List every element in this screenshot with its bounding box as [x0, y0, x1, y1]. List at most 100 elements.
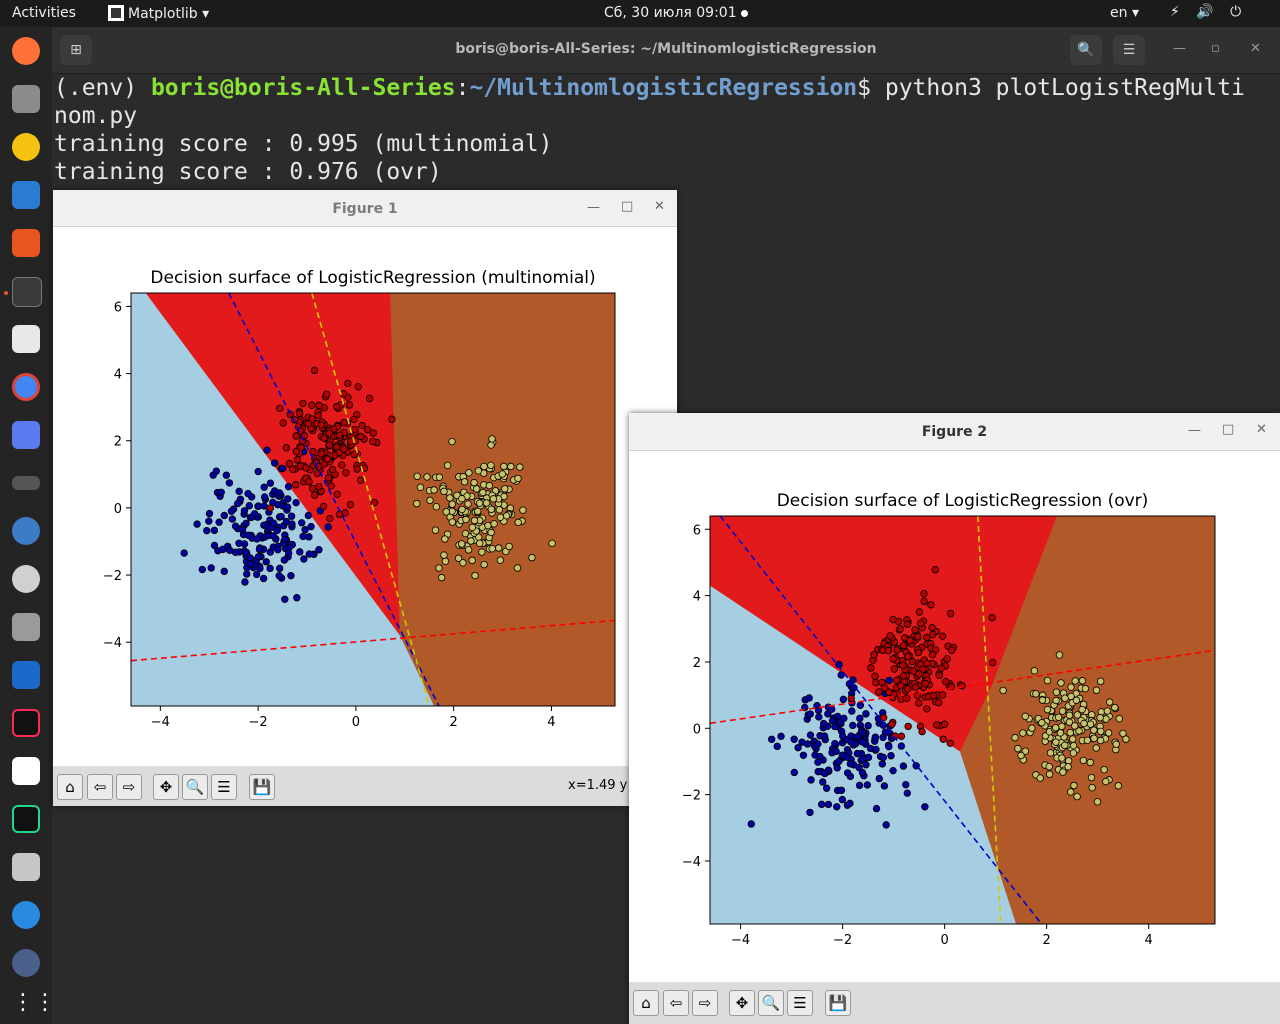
- scatter-point: [413, 472, 421, 481]
- scatter-point: [325, 429, 333, 437]
- menu-icon[interactable]: ☰: [1113, 35, 1145, 65]
- scatter-point: [217, 488, 225, 496]
- figure-2-titlebar[interactable]: Figure 2 — □ ✕: [629, 413, 1280, 451]
- y-tick-label: 6: [114, 300, 122, 315]
- pan-icon[interactable]: ✥: [729, 990, 755, 1016]
- close-icon[interactable]: ✕: [1256, 422, 1267, 437]
- scatter-point: [1103, 707, 1112, 715]
- forward-icon[interactable]: ⇨: [116, 774, 142, 800]
- r-icon[interactable]: [12, 949, 40, 977]
- scatter-point: [855, 781, 864, 790]
- chrome-icon[interactable]: [12, 373, 40, 401]
- qbittorrent-icon[interactable]: [12, 517, 40, 545]
- scatter-point: [846, 799, 854, 808]
- home-icon[interactable]: ⌂: [633, 990, 659, 1016]
- chart-ovr[interactable]: Decision surface of LogisticRegression (…: [629, 451, 1280, 981]
- wine-icon[interactable]: [12, 476, 40, 490]
- language-selector[interactable]: en ▾: [1110, 5, 1139, 21]
- zoom-icon[interactable]: 🔍: [182, 774, 208, 800]
- scatter-point: [943, 654, 951, 663]
- scatter-point: [426, 496, 434, 505]
- scatter-point: [480, 560, 488, 569]
- scatter-point: [1073, 792, 1081, 801]
- save-icon[interactable]: 💾: [249, 774, 275, 800]
- app-menu[interactable]: Matplotlib ▾: [108, 5, 209, 22]
- maximize-icon[interactable]: □: [1222, 422, 1234, 437]
- chart-multinomial[interactable]: Decision surface of LogisticRegression (…: [53, 227, 677, 765]
- scatter-point: [1046, 749, 1055, 757]
- scatter-point: [1069, 741, 1078, 750]
- software-center-icon[interactable]: [12, 229, 40, 257]
- terminal-icon[interactable]: [12, 277, 42, 307]
- scatter-point: [464, 500, 472, 508]
- scatter-point: [338, 461, 346, 469]
- database-icon[interactable]: [12, 613, 40, 641]
- tixati-icon[interactable]: [12, 757, 40, 785]
- scatter-point: [514, 474, 522, 483]
- maximize-icon[interactable]: ▫: [1211, 41, 1220, 56]
- system-monitor-icon[interactable]: [12, 661, 40, 689]
- scatter-point: [1093, 798, 1102, 806]
- pan-icon[interactable]: ✥: [153, 774, 179, 800]
- text-editor-icon[interactable]: [12, 325, 40, 353]
- scatter-point: [923, 659, 931, 668]
- rhythmbox-icon[interactable]: [12, 133, 40, 161]
- scatter-point: [882, 821, 890, 829]
- figure-2-window[interactable]: Figure 2 — □ ✕ Decision surface of Logis…: [629, 413, 1280, 1024]
- firefox-icon[interactable]: [12, 37, 40, 65]
- help-icon[interactable]: [12, 901, 40, 929]
- files-icon[interactable]: [12, 85, 40, 113]
- minimize-icon[interactable]: —: [587, 200, 600, 215]
- figure-1-titlebar[interactable]: Figure 1 — □ ✕: [53, 190, 677, 227]
- intellij-icon[interactable]: [12, 709, 40, 737]
- scatter-point: [240, 507, 249, 515]
- home-icon[interactable]: ⌂: [57, 774, 83, 800]
- scatter-point: [1087, 773, 1096, 782]
- search-icon[interactable]: 🔍: [1070, 35, 1102, 65]
- clock[interactable]: Сб, 30 июля 09:01: [604, 5, 737, 21]
- writer-icon[interactable]: [12, 181, 40, 209]
- x-tick-label: 0: [941, 933, 949, 948]
- x-tick-label: −4: [151, 715, 170, 730]
- scatter-point: [1017, 751, 1025, 760]
- back-icon[interactable]: ⇦: [87, 774, 113, 800]
- disc-icon[interactable]: [12, 565, 40, 593]
- figure-1-window[interactable]: Figure 1 — □ ✕ Decision surface of Logis…: [53, 190, 677, 806]
- top-bar: Activities Matplotlib ▾ Сб, 30 июля 09:0…: [0, 0, 1280, 27]
- scatter-point: [988, 613, 996, 622]
- scatter-point: [939, 735, 947, 743]
- scatter-point: [856, 701, 865, 709]
- scatter-point: [260, 483, 268, 491]
- scatter-point: [416, 483, 425, 491]
- scatter-point: [1028, 724, 1036, 732]
- close-icon[interactable]: ✕: [1250, 41, 1261, 56]
- configure-icon[interactable]: ☰: [211, 774, 237, 800]
- system-tray[interactable]: ⚡ 🔊 ⏻: [1170, 4, 1247, 20]
- minimize-icon[interactable]: —: [1173, 41, 1186, 56]
- output-line: training score : 0.995 (multinomial): [54, 131, 553, 157]
- activities-button[interactable]: Activities: [12, 5, 76, 21]
- scatter-point: [423, 473, 431, 481]
- maximize-icon[interactable]: □: [621, 199, 633, 214]
- scatter-point: [871, 733, 880, 741]
- minimize-icon[interactable]: —: [1188, 423, 1201, 438]
- scatter-point: [837, 786, 846, 795]
- configure-icon[interactable]: ☰: [787, 990, 813, 1016]
- scatter-point: [1058, 754, 1066, 762]
- back-icon[interactable]: ⇦: [663, 990, 689, 1016]
- scatter-point: [193, 520, 201, 528]
- scatter-point: [487, 505, 495, 514]
- pycharm-icon[interactable]: [12, 805, 40, 833]
- scatter-point: [205, 509, 214, 518]
- save-icon[interactable]: 💾: [825, 990, 851, 1016]
- terminal-output[interactable]: (.env) boris@boris-All-Series:~/Multinom…: [54, 74, 1245, 186]
- scatter-point: [234, 499, 242, 508]
- screenshot-icon[interactable]: [12, 421, 40, 449]
- show-apps-icon[interactable]: ⋮⋮: [12, 989, 56, 1017]
- forward-icon[interactable]: ⇨: [692, 990, 718, 1016]
- close-icon[interactable]: ✕: [654, 199, 665, 214]
- scatter-point: [332, 402, 341, 411]
- settings-icon[interactable]: [12, 853, 40, 881]
- scatter-point: [847, 738, 855, 746]
- zoom-icon[interactable]: 🔍: [758, 990, 784, 1016]
